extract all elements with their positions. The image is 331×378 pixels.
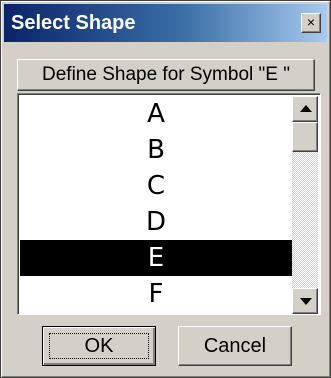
shape-listbox[interactable]: ABCDEF (17, 93, 321, 315)
vertical-scrollbar[interactable] (292, 96, 318, 314)
list-item-selected[interactable]: E (20, 240, 292, 276)
list-item[interactable]: D (20, 204, 292, 240)
select-shape-dialog: Select Shape × Define Shape for Symbol "… (0, 0, 331, 378)
list-item[interactable]: B (20, 132, 292, 168)
scroll-up-arrow-icon (300, 105, 312, 112)
close-icon: × (306, 14, 316, 30)
shape-list-items: ABCDEF (20, 96, 292, 314)
window-title: Select Shape (11, 12, 136, 34)
scroll-down-arrow-icon (300, 298, 312, 305)
scroll-down-button[interactable] (292, 288, 318, 314)
ok-button-label: OK (84, 335, 114, 357)
cancel-button-label: Cancel (203, 335, 267, 357)
list-item[interactable]: C (20, 168, 292, 204)
cancel-button[interactable]: Cancel (178, 326, 292, 366)
list-header: Define Shape for Symbol "E " (17, 59, 315, 91)
ok-button[interactable]: OK (42, 326, 156, 366)
list-item[interactable]: F (20, 276, 292, 312)
title-bar[interactable]: Select Shape × (4, 4, 327, 42)
scroll-up-button[interactable] (292, 96, 318, 122)
list-item[interactable]: A (20, 96, 292, 132)
close-button[interactable]: × (301, 13, 321, 33)
scroll-thumb[interactable] (292, 122, 318, 152)
